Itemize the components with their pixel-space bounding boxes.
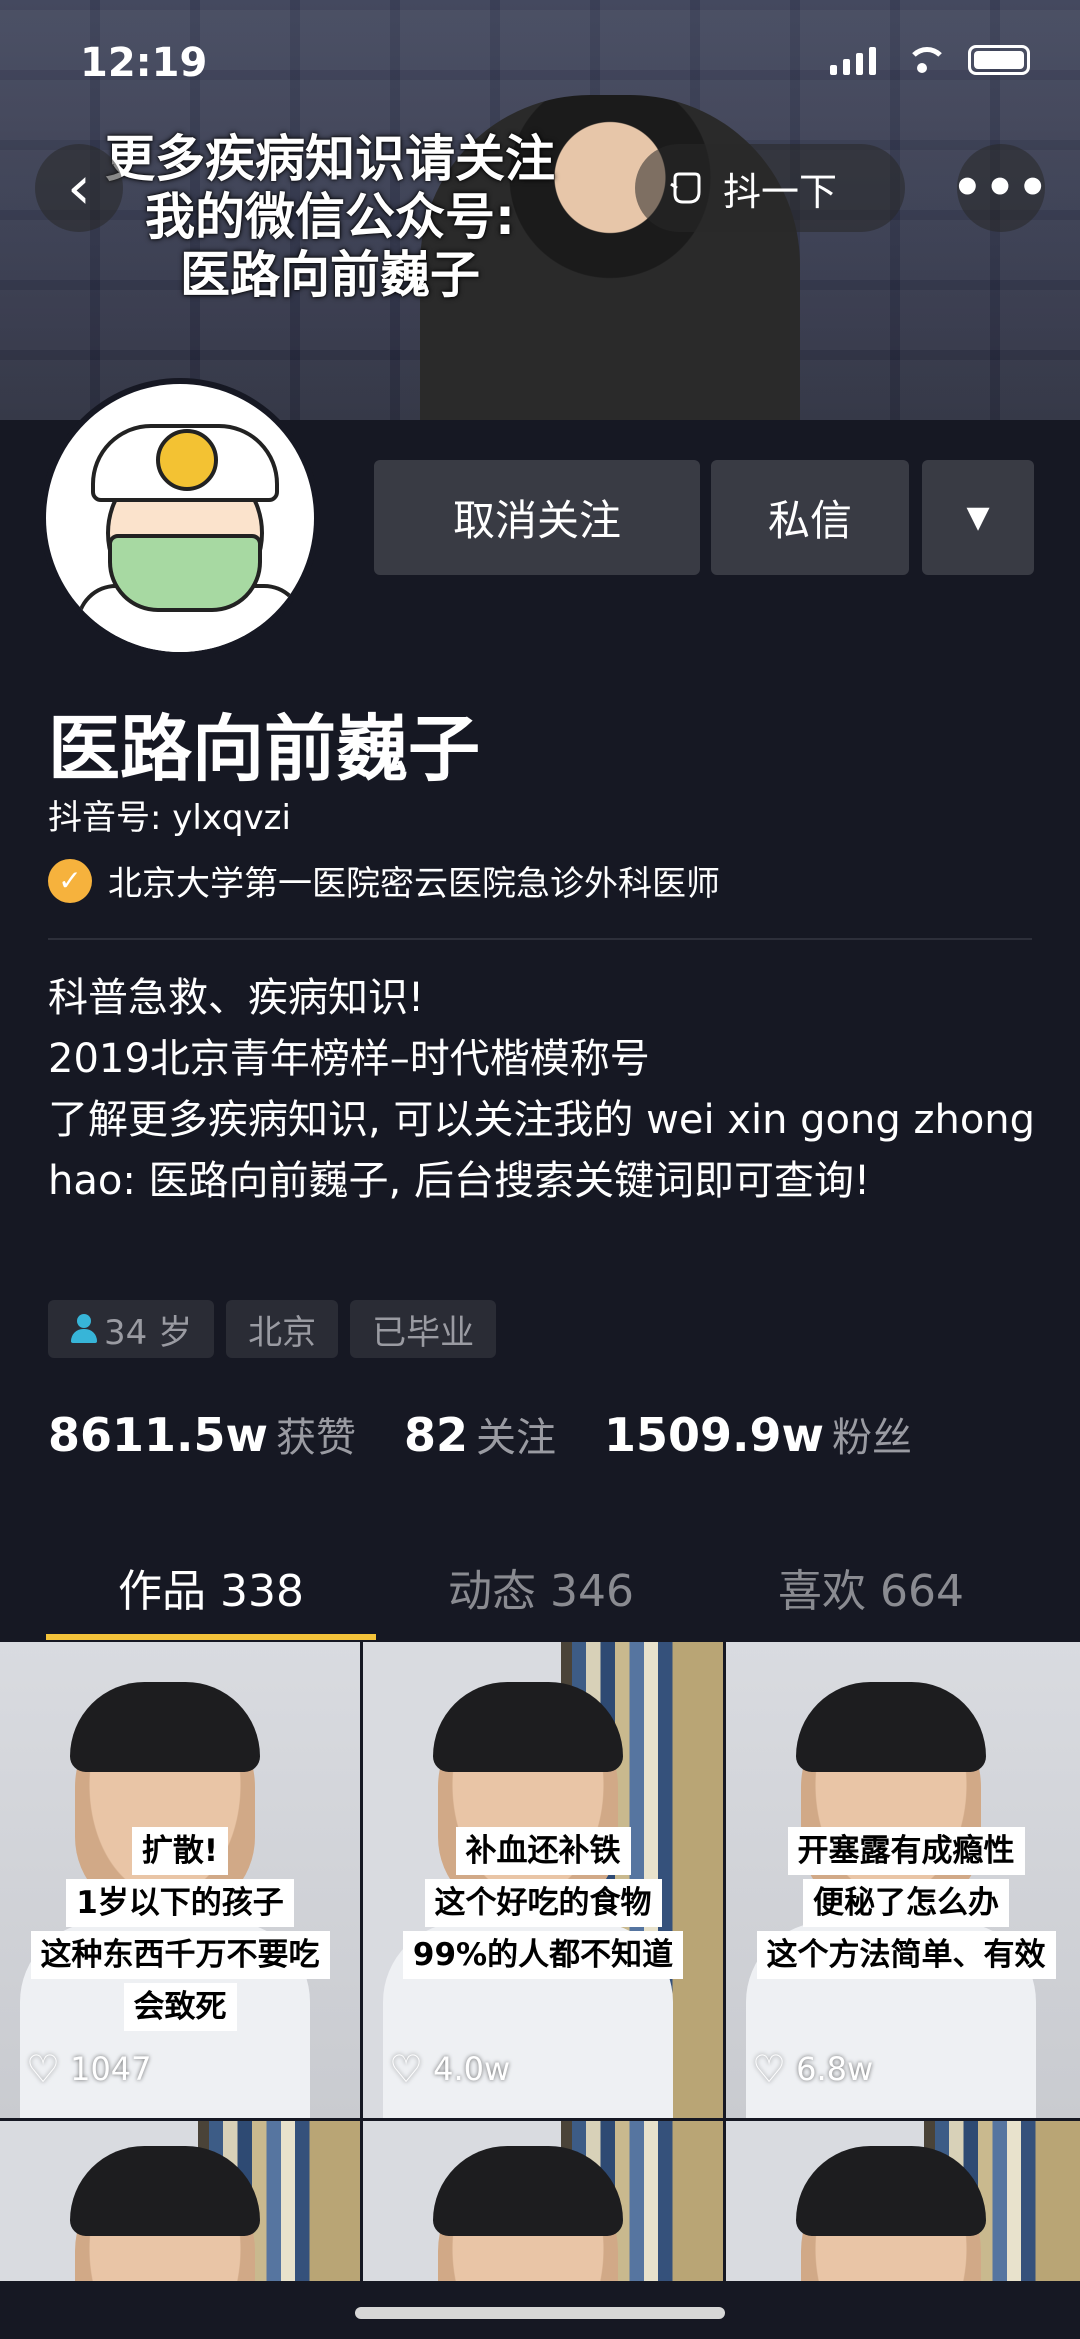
battery-icon	[968, 45, 1030, 75]
status-time: 12:19	[80, 40, 208, 86]
video-caption: 扩散! 1岁以下的孩子 这种东西千万不要吃 会致死	[0, 1827, 360, 2031]
heart-icon: ♡	[26, 2047, 61, 2091]
video-thumbnail[interactable]	[0, 2121, 360, 2281]
unfollow-button[interactable]: 取消关注	[374, 460, 700, 575]
back-button[interactable]: ‹	[35, 144, 123, 232]
tag-label: 34 岁	[104, 1312, 193, 1353]
followers-count[interactable]: 1509.9w	[604, 1408, 824, 1462]
likes-count: 8611.5w	[48, 1408, 269, 1462]
douyin-id: 抖音号: ylxqvzi	[48, 798, 291, 838]
tag-school: 已毕业	[350, 1300, 497, 1358]
video-grid: 扩散! 1岁以下的孩子 这种东西千万不要吃 会致死 ♡ 1047 补血还补铁 这…	[0, 1642, 1080, 2281]
video-caption: 开塞露有成瘾性 便秘了怎么办 这个方法简单、有效	[726, 1827, 1080, 1979]
likes-value: 4.0w	[433, 2050, 511, 2088]
video-caption: 补血还补铁 这个好吃的食物 99%的人都不知道	[363, 1827, 723, 1979]
likes-label: 获赞	[276, 1415, 357, 1461]
verification: ✓ 北京大学第一医院密云医院急诊外科医师	[48, 856, 720, 905]
likes-value: 1047	[70, 2050, 152, 2088]
more-button[interactable]: •••	[952, 144, 1048, 232]
heart-icon: ♡	[389, 2047, 424, 2091]
caption-line: 补血还补铁	[455, 1827, 631, 1875]
tag-location: 北京	[226, 1300, 339, 1358]
caption-line: 便秘了怎么办	[803, 1879, 1009, 1927]
tab-activity[interactable]: 动态 346	[376, 1545, 706, 1640]
caption-line: 1岁以下的孩子	[66, 1879, 294, 1927]
avatar-image	[46, 384, 314, 652]
tag-label: 北京	[248, 1312, 317, 1353]
content-tabs: 作品 338 动态 346 喜欢 664	[0, 1545, 1080, 1640]
following-label[interactable]: 关注	[476, 1405, 556, 1463]
message-button[interactable]: 私信	[711, 460, 909, 575]
triangle-down-icon: ▼	[966, 500, 990, 535]
tag-age: 34 岁	[48, 1300, 215, 1358]
video-thumbnail[interactable]: 扩散! 1岁以下的孩子 这种东西千万不要吃 会致死 ♡ 1047	[0, 1642, 360, 2118]
caption-line: 99%的人都不知道	[402, 1931, 684, 1979]
avatar[interactable]	[40, 378, 320, 658]
verified-text: 北京大学第一医院密云医院急诊外科医师	[108, 864, 720, 904]
tag-label: 已毕业	[372, 1312, 475, 1353]
caption-line: 这个好吃的食物	[424, 1879, 662, 1927]
home-indicator[interactable]	[355, 2307, 725, 2319]
caption-line: 这种东西千万不要吃	[30, 1931, 330, 1979]
person-icon	[70, 1314, 98, 1344]
profile-stats: 8611.5w 获赞 82 关注 1509.9w 粉丝	[48, 1405, 960, 1463]
top-nav: ‹ 抖一下 •••	[0, 140, 1080, 240]
profile-bio: 科普急救、疾病知识! 2019北京青年榜样–时代楷模称号 了解更多疾病知识, 可…	[48, 975, 1036, 1204]
hand-icon	[670, 172, 701, 204]
video-thumbnail[interactable]: 开塞露有成瘾性 便秘了怎么办 这个方法简单、有效 ♡ 6.8w	[726, 1642, 1080, 2118]
following-count[interactable]: 82	[404, 1408, 468, 1462]
share-label: 抖一下	[723, 169, 838, 214]
verified-check-icon: ✓	[48, 858, 92, 903]
cover-text-line: 医路向前巍子	[180, 246, 480, 304]
status-bar: 12:19	[0, 0, 1080, 130]
video-likes: ♡ 4.0w	[389, 2047, 510, 2091]
tab-likes[interactable]: 喜欢 664	[706, 1545, 1036, 1640]
divider	[48, 938, 1032, 940]
caption-line: 这个方法简单、有效	[756, 1931, 1056, 1979]
wifi-icon	[902, 45, 948, 75]
back-arrow-icon: ‹	[67, 153, 91, 223]
likes-value: 6.8w	[796, 2050, 874, 2088]
status-icons	[830, 45, 1030, 75]
video-thumbnail[interactable]	[726, 2121, 1080, 2281]
share-button[interactable]: 抖一下	[635, 144, 905, 232]
video-likes: ♡ 1047	[26, 2047, 152, 2091]
followers-label[interactable]: 粉丝	[832, 1405, 912, 1463]
more-dots-icon: •••	[951, 160, 1051, 216]
signal-icon	[830, 45, 876, 75]
caption-line: 开塞露有成瘾性	[787, 1827, 1025, 1875]
video-thumbnail[interactable]	[363, 2121, 723, 2281]
caption-line: 会致死	[123, 1983, 237, 2031]
profile-name: 医路向前巍子	[48, 707, 481, 791]
heart-icon: ♡	[752, 2047, 787, 2091]
profile-tags: 34 岁 北京 已毕业	[48, 1300, 497, 1358]
video-likes: ♡ 6.8w	[752, 2047, 873, 2091]
caption-line: 扩散!	[131, 1827, 229, 1875]
video-thumbnail[interactable]: 补血还补铁 这个好吃的食物 99%的人都不知道 ♡ 4.0w	[363, 1642, 723, 2118]
more-actions-button[interactable]: ▼	[922, 460, 1034, 575]
tab-works[interactable]: 作品 338	[46, 1545, 376, 1640]
